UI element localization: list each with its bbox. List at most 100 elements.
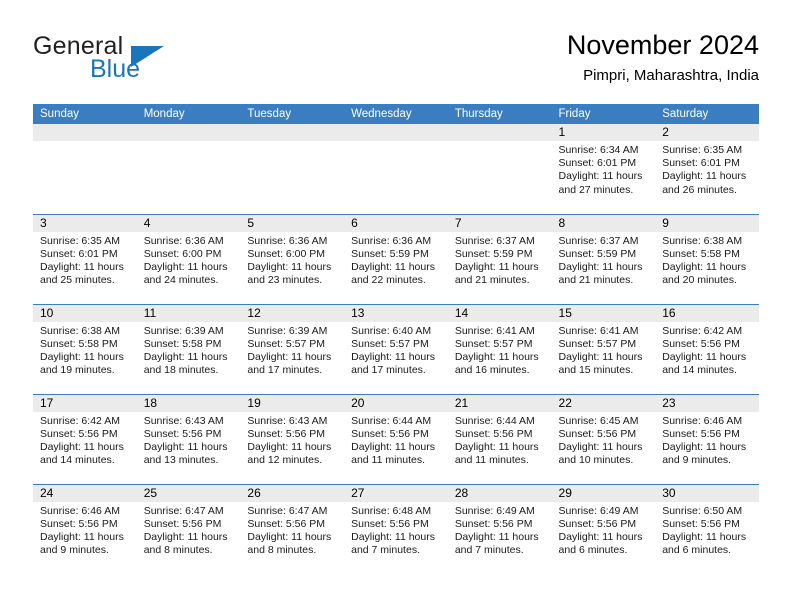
weekday-header-tuesday: Tuesday bbox=[240, 104, 345, 124]
day-number bbox=[447, 124, 552, 141]
day-number: 4 bbox=[136, 214, 241, 232]
sunset-text: Sunset: 5:56 PM bbox=[247, 517, 326, 530]
calendar-cell-day[interactable]: 5 Sunrise: 6:36 AM Sunset: 6:00 PM Daylight… bbox=[240, 213, 345, 304]
weekday-header-saturday: Saturday bbox=[655, 104, 759, 124]
sunset-text: Sunset: 5:56 PM bbox=[143, 427, 222, 440]
daylight-text: Daylight: 11 hours and 9 minutes. bbox=[662, 440, 747, 467]
calendar-cell-day[interactable]: 4 Sunrise: 6:36 AM Sunset: 6:00 PM Daylight… bbox=[136, 213, 241, 304]
calendar-cell-day[interactable]: 13 Sunrise: 6:40 AM Sunset: 5:57 PM Dayligh… bbox=[344, 303, 448, 394]
calendar-cell-day[interactable]: 1 Sunrise: 6:34 AM Sunset: 6:01 PM Daylight… bbox=[551, 124, 656, 214]
day-number: 19 bbox=[240, 394, 345, 412]
day-number: 18 bbox=[136, 394, 241, 412]
sunrise-text: Sunrise: 6:49 AM bbox=[558, 504, 639, 517]
calendar-cell-day[interactable]: 14 Sunrise: 6:41 AM Sunset: 5:57 PM Dayligh… bbox=[447, 303, 552, 394]
daylight-text: Daylight: 11 hours and 18 minutes. bbox=[143, 350, 228, 377]
calendar-cell-day[interactable]: 8 Sunrise: 6:37 AM Sunset: 5:59 PM Daylight… bbox=[551, 213, 656, 304]
sun-times: Sunrise: 6:44 AM Sunset: 5:56 PM Daylight:… bbox=[344, 412, 448, 468]
daylight-text: Daylight: 11 hours and 20 minutes. bbox=[662, 260, 747, 287]
calendar-cell-day[interactable]: 10 Sunrise: 6:38 AM Sunset: 5:58 PM Dayligh… bbox=[33, 303, 137, 394]
calendar-week-row: 10 Sunrise: 6:38 AM Sunset: 5:58 PM Dayligh… bbox=[33, 303, 759, 394]
day-cell-content: 21 Sunrise: 6:44 AM Sunset: 5:56 PM Dayligh… bbox=[447, 394, 552, 484]
sunset-text: Sunset: 5:56 PM bbox=[143, 517, 222, 530]
calendar-cell-day[interactable]: 23 Sunrise: 6:46 AM Sunset: 5:56 PM Dayligh… bbox=[655, 393, 759, 484]
calendar-cell-day[interactable]: 17 Sunrise: 6:42 AM Sunset: 5:56 PM Dayligh… bbox=[33, 393, 137, 484]
sun-times: Sunrise: 6:38 AM Sunset: 5:58 PM Daylight:… bbox=[655, 232, 759, 288]
sunset-text: Sunset: 5:56 PM bbox=[662, 427, 740, 440]
calendar-header-row: Sunday Monday Tuesday Wednesday Thursday Frid… bbox=[33, 104, 759, 124]
sunset-text: Sunset: 5:56 PM bbox=[247, 427, 326, 440]
day-number: 9 bbox=[655, 214, 759, 232]
day-number: 14 bbox=[447, 304, 552, 322]
day-cell-content: 30 Sunrise: 6:50 AM Sunset: 5:56 PM Dayligh… bbox=[655, 484, 759, 575]
day-cell-content: 27 Sunrise: 6:48 AM Sunset: 5:56 PM Dayligh… bbox=[344, 484, 448, 575]
daylight-text: Daylight: 11 hours and 7 minutes. bbox=[454, 530, 539, 557]
sunset-text: Sunset: 5:56 PM bbox=[351, 517, 429, 530]
calendar-cell-day[interactable]: 9 Sunrise: 6:38 AM Sunset: 5:58 PM Daylight… bbox=[655, 213, 759, 304]
calendar-cell-day[interactable]: 19 Sunrise: 6:43 AM Sunset: 5:56 PM Dayligh… bbox=[240, 393, 345, 484]
calendar-week-row: 17 Sunrise: 6:42 AM Sunset: 5:56 PM Dayligh… bbox=[33, 393, 759, 484]
sunset-text: Sunset: 6:01 PM bbox=[662, 157, 740, 170]
sunset-text: Sunset: 5:58 PM bbox=[143, 337, 222, 350]
sunrise-text: Sunrise: 6:37 AM bbox=[454, 234, 535, 247]
day-number: 24 bbox=[33, 484, 137, 502]
sunset-text: Sunset: 5:56 PM bbox=[40, 517, 118, 530]
calendar-cell-empty bbox=[136, 124, 241, 214]
day-number: 3 bbox=[33, 214, 137, 232]
sunrise-text: Sunrise: 6:39 AM bbox=[143, 324, 224, 337]
sun-times: Sunrise: 6:45 AM Sunset: 5:56 PM Daylight:… bbox=[552, 412, 656, 468]
calendar-cell-day[interactable]: 18 Sunrise: 6:43 AM Sunset: 5:56 PM Dayligh… bbox=[136, 393, 241, 484]
daylight-text: Daylight: 11 hours and 6 minutes. bbox=[558, 530, 643, 557]
general-blue-logo[interactable]: General Blue bbox=[33, 32, 263, 90]
calendar-cell-day[interactable]: 7 Sunrise: 6:37 AM Sunset: 5:59 PM Daylight… bbox=[447, 213, 552, 304]
page-header: General Blue November 2024 Pimpri, Mahar… bbox=[33, 28, 759, 98]
calendar-cell-day[interactable]: 24 Sunrise: 6:46 AM Sunset: 5:56 PM Dayligh… bbox=[33, 483, 137, 574]
calendar-cell-day[interactable]: 11 Sunrise: 6:39 AM Sunset: 5:58 PM Dayligh… bbox=[136, 303, 241, 394]
calendar-cell-day[interactable]: 16 Sunrise: 6:42 AM Sunset: 5:56 PM Dayligh… bbox=[655, 303, 759, 394]
calendar-cell-day[interactable]: 22 Sunrise: 6:45 AM Sunset: 5:56 PM Dayligh… bbox=[551, 393, 656, 484]
sunrise-text: Sunrise: 6:39 AM bbox=[247, 324, 328, 337]
sunrise-text: Sunrise: 6:44 AM bbox=[351, 414, 432, 427]
calendar-cell-day[interactable]: 15 Sunrise: 6:41 AM Sunset: 5:57 PM Dayligh… bbox=[551, 303, 656, 394]
day-number: 20 bbox=[344, 394, 448, 412]
sun-times: Sunrise: 6:40 AM Sunset: 5:57 PM Daylight:… bbox=[344, 322, 448, 378]
day-number: 13 bbox=[344, 304, 448, 322]
calendar-cell-empty bbox=[33, 124, 137, 214]
calendar-cell-day[interactable]: 2 Sunrise: 6:35 AM Sunset: 6:01 PM Daylight… bbox=[655, 124, 759, 214]
day-cell-content bbox=[344, 124, 448, 214]
daylight-text: Daylight: 11 hours and 13 minutes. bbox=[143, 440, 228, 467]
calendar-cell-day[interactable]: 6 Sunrise: 6:36 AM Sunset: 5:59 PM Daylight… bbox=[344, 213, 448, 304]
calendar-cell-day[interactable]: 3 Sunrise: 6:35 AM Sunset: 6:01 PM Daylight… bbox=[33, 213, 137, 304]
sunrise-text: Sunrise: 6:48 AM bbox=[351, 504, 432, 517]
sunset-text: Sunset: 5:57 PM bbox=[247, 337, 326, 350]
sun-times: Sunrise: 6:36 AM Sunset: 6:00 PM Daylight:… bbox=[240, 232, 344, 288]
sunrise-text: Sunrise: 6:35 AM bbox=[40, 234, 120, 247]
calendar-cell-empty bbox=[344, 124, 448, 214]
calendar-cell-day[interactable]: 26 Sunrise: 6:47 AM Sunset: 5:56 PM Dayligh… bbox=[240, 483, 345, 574]
day-cell-content: 10 Sunrise: 6:38 AM Sunset: 5:58 PM Dayligh… bbox=[33, 304, 137, 394]
day-cell-content bbox=[136, 124, 241, 214]
calendar-week-row: 24 Sunrise: 6:46 AM Sunset: 5:56 PM Dayligh… bbox=[33, 483, 759, 575]
daylight-text: Daylight: 11 hours and 22 minutes. bbox=[351, 260, 435, 287]
sunrise-text: Sunrise: 6:42 AM bbox=[40, 414, 120, 427]
day-cell-content bbox=[33, 124, 137, 214]
sunset-text: Sunset: 5:59 PM bbox=[454, 247, 533, 260]
sun-times: Sunrise: 6:43 AM Sunset: 5:56 PM Daylight:… bbox=[137, 412, 241, 468]
daylight-text: Daylight: 11 hours and 19 minutes. bbox=[40, 350, 124, 377]
calendar-cell-day[interactable]: 30 Sunrise: 6:50 AM Sunset: 5:56 PM Dayligh… bbox=[655, 483, 759, 575]
calendar-cell-day[interactable]: 21 Sunrise: 6:44 AM Sunset: 5:56 PM Dayligh… bbox=[447, 393, 552, 484]
sunset-text: Sunset: 5:59 PM bbox=[351, 247, 429, 260]
weekday-header-friday: Friday bbox=[551, 104, 656, 124]
daylight-text: Daylight: 11 hours and 26 minutes. bbox=[662, 170, 747, 196]
sun-times: Sunrise: 6:35 AM Sunset: 6:01 PM Daylight:… bbox=[655, 141, 759, 197]
day-cell-content: 2 Sunrise: 6:35 AM Sunset: 6:01 PM Daylight… bbox=[655, 124, 759, 214]
sunrise-text: Sunrise: 6:46 AM bbox=[662, 414, 743, 427]
sun-times: Sunrise: 6:44 AM Sunset: 5:56 PM Daylight:… bbox=[448, 412, 552, 468]
calendar-cell-day[interactable]: 12 Sunrise: 6:39 AM Sunset: 5:57 PM Dayligh… bbox=[240, 303, 345, 394]
calendar-cell-day[interactable]: 29 Sunrise: 6:49 AM Sunset: 5:56 PM Dayligh… bbox=[551, 483, 656, 574]
day-cell-content: 19 Sunrise: 6:43 AM Sunset: 5:56 PM Dayligh… bbox=[240, 394, 345, 484]
calendar-cell-day[interactable]: 20 Sunrise: 6:44 AM Sunset: 5:56 PM Dayligh… bbox=[344, 393, 448, 484]
calendar-cell-day[interactable]: 28 Sunrise: 6:49 AM Sunset: 5:56 PM Dayligh… bbox=[447, 483, 552, 574]
day-cell-content: 4 Sunrise: 6:36 AM Sunset: 6:00 PM Daylight… bbox=[136, 214, 241, 304]
calendar-cell-day[interactable]: 27 Sunrise: 6:48 AM Sunset: 5:56 PM Dayligh… bbox=[344, 483, 448, 575]
calendar-cell-day[interactable]: 25 Sunrise: 6:47 AM Sunset: 5:56 PM Dayligh… bbox=[136, 483, 241, 574]
